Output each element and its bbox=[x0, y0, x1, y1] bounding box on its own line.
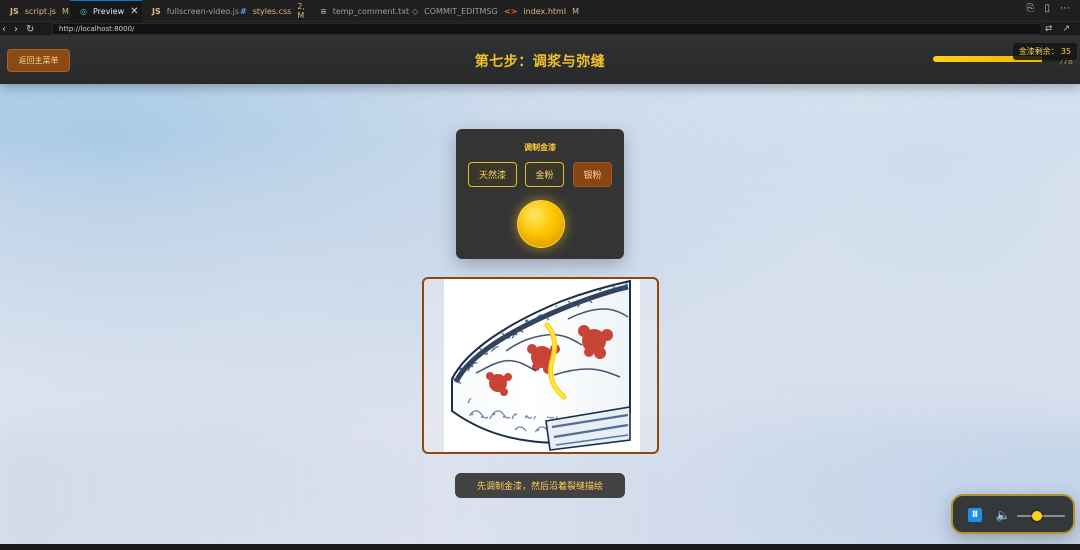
page-title: 第七步：调浆与弥缝 bbox=[474, 53, 606, 69]
tab-styles-css[interactable]: # styles.css 2, M bbox=[230, 0, 310, 22]
css-file-icon: # bbox=[240, 6, 247, 16]
tab-script-js[interactable]: JS script.js M bbox=[0, 0, 70, 22]
drawing-canvas[interactable] bbox=[422, 277, 659, 454]
tab-badge: 2, M bbox=[297, 2, 305, 20]
app-viewport: 返回主菜单 第七步：调浆与弥缝 /78 金漆剩余： 35 调制金漆 天然漆 金粉… bbox=[0, 36, 1080, 544]
volume-icon[interactable]: 🔈 bbox=[995, 507, 1011, 523]
volume-slider-knob[interactable] bbox=[1032, 511, 1043, 521]
close-icon[interactable]: ✕ bbox=[130, 6, 138, 17]
git-commit-icon: ◇ bbox=[412, 6, 419, 16]
editor-actions: ⎘ ▯ ⋯ bbox=[1026, 3, 1070, 14]
remaining-value: 35 bbox=[1060, 47, 1071, 56]
porcelain-bowl-image bbox=[444, 279, 640, 452]
split-editor-icon[interactable]: ⎘ bbox=[1026, 3, 1034, 14]
gold-lacquer-remaining: 金漆剩余： 35 bbox=[1012, 43, 1077, 60]
tab-index-html[interactable]: <> index.html M bbox=[494, 0, 579, 22]
toggle-layout-icon[interactable]: ▯ bbox=[1044, 3, 1050, 14]
tab-badge: M bbox=[61, 6, 69, 16]
pause-icon[interactable]: Ⅱ bbox=[968, 508, 982, 522]
toggle-devtools-icon[interactable]: ⇄ bbox=[1045, 24, 1053, 34]
preview-actions: ⇄ ↗ bbox=[1045, 22, 1070, 36]
bowl-illustration bbox=[444, 279, 640, 452]
tab-commit-editmsg[interactable]: ◇ COMMIT_EDITMSG bbox=[402, 0, 498, 22]
tab-temp-comment-txt[interactable]: ≡ temp_comment.txt bbox=[310, 0, 409, 22]
more-actions-icon[interactable]: ⋯ bbox=[1060, 3, 1070, 14]
tab-label: index.html bbox=[523, 6, 567, 16]
tab-label: styles.css bbox=[252, 6, 292, 16]
tab-label: COMMIT_EDITMSG bbox=[424, 6, 498, 16]
tab-label: fullscreen-video.js bbox=[166, 6, 239, 16]
preview-urlbar: ‹ › ↻ http://localhost:8000/ ⇄ ↗ bbox=[0, 22, 1080, 36]
ingredient-silver-powder-button[interactable]: 银粉 bbox=[573, 162, 612, 187]
text-file-icon: ≡ bbox=[320, 6, 327, 16]
ingredient-gold-powder-button[interactable]: 金粉 bbox=[525, 162, 564, 187]
tab-label: Preview bbox=[92, 7, 125, 16]
preview-nav: ‹ › ↻ bbox=[2, 22, 34, 36]
tab-fullscreen-video-js[interactable]: JS fullscreen-video.js bbox=[142, 0, 239, 22]
app-topbar: 返回主菜单 第七步：调浆与弥缝 /78 金漆剩余： 35 bbox=[0, 36, 1080, 84]
url-text: http://localhost:8000/ bbox=[59, 25, 135, 33]
preview-icon: ◎ bbox=[80, 7, 87, 16]
html-file-icon: <> bbox=[504, 6, 518, 16]
open-external-icon[interactable]: ↗ bbox=[1062, 24, 1070, 34]
reload-icon[interactable]: ↻ bbox=[26, 24, 34, 35]
forward-icon[interactable]: › bbox=[14, 24, 18, 35]
mix-panel-title: 调制金漆 bbox=[524, 143, 556, 152]
mix-panel: 调制金漆 天然漆 金粉 银粉 bbox=[456, 129, 624, 259]
tab-label: temp_comment.txt bbox=[332, 6, 410, 16]
tab-badge: M bbox=[572, 6, 579, 16]
music-controls: Ⅱ 🔈 bbox=[951, 494, 1075, 534]
ingredient-natural-lacquer-button[interactable]: 天然漆 bbox=[468, 162, 517, 187]
bottom-strip bbox=[0, 544, 1080, 550]
url-input[interactable]: http://localhost:8000/ bbox=[52, 23, 1042, 35]
tab-preview[interactable]: ◎ Preview ✕ bbox=[70, 0, 142, 22]
volume-slider[interactable] bbox=[1017, 511, 1065, 521]
back-icon[interactable]: ‹ bbox=[2, 24, 6, 35]
javascript-file-icon: JS bbox=[152, 6, 161, 16]
editor-tabbar: JS script.js M ◎ Preview ✕ JS fullscreen… bbox=[0, 0, 1080, 22]
tab-label: script.js bbox=[24, 6, 56, 16]
mixed-gold-lacquer-swatch bbox=[517, 200, 565, 248]
remaining-label: 金漆剩余： bbox=[1018, 47, 1059, 56]
instruction-hint: 先调制金漆，然后沿着裂缝描绘 bbox=[455, 473, 625, 498]
javascript-file-icon: JS bbox=[10, 6, 19, 16]
